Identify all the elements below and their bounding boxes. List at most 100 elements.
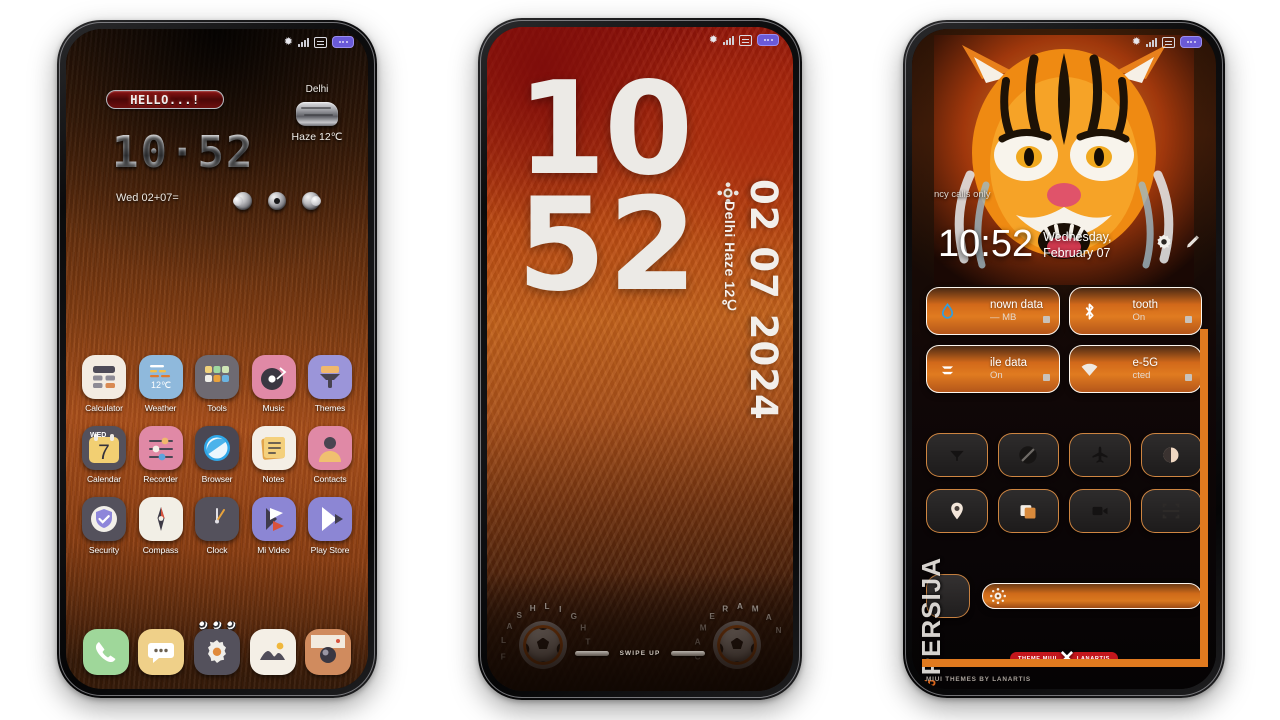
phone-3-screen[interactable]: ✹ ncy calls only 10:52 Wednesday, Februa… [912,29,1216,689]
app-browser[interactable]: Browser [191,426,243,484]
phone-3-frame: ✹ ncy calls only 10:52 Wednesday, Februa… [903,20,1225,698]
tile-data-usage[interactable]: nown data — MB [926,287,1060,335]
tile-text: ile data On [966,357,1050,381]
app-clock[interactable]: Clock [191,497,243,555]
bluetooth-icon: ✹ [708,33,718,46]
tile-bluetooth[interactable]: tooth On [1068,287,1202,335]
settings-gear-icon[interactable] [1154,233,1174,253]
knob-right-icon [302,192,321,210]
app-calendar[interactable]: WED 7 Calendar [78,426,130,484]
app-label: Notes [262,474,285,484]
swipe-up-hint[interactable]: SWIPE UP [487,650,793,657]
wifi-icon [1079,358,1101,380]
calendar-icon: WED 7 [82,426,126,470]
swipe-bar-left-icon [574,651,609,656]
data-usage-icon [936,300,958,322]
phone-2-screen[interactable]: ✹ 10 52 Delhi Haze 12℃ 02 07 2024 SWIPE … [487,27,793,691]
app-label: Mi Video [257,545,290,555]
lock-weather: Delhi Haze 12℃ [722,201,738,315]
tile-title: nown data [990,299,1044,311]
camera-icon[interactable] [305,629,352,675]
app-mi-video[interactable]: Mi Video [248,497,300,555]
haze-cloud-icon [296,102,338,126]
app-contacts[interactable]: Contacts [304,426,356,484]
app-label: Browser [201,474,233,484]
tile-expand-icon[interactable] [1185,374,1192,381]
tile-text: e-5G cted [1109,357,1193,381]
airplane-mode-icon[interactable] [1069,433,1131,477]
tile-subtitle: On [1132,312,1146,323]
tile-expand-icon[interactable] [1042,316,1050,323]
security-shield-icon [82,497,126,541]
battery-icon [757,34,779,46]
messages-icon[interactable] [138,629,185,675]
app-tools[interactable]: Tools [191,355,243,413]
quick-settings-tiles: nown data — MB tooth On ile data On e-5G… [926,287,1202,393]
carrier-status-text: ncy calls only [934,189,991,200]
bluetooth-icon: ✹ [1131,35,1141,48]
compass-icon [138,497,183,541]
knob-center-icon [268,192,286,210]
weather-widget[interactable]: Delhi Haze 12℃ [282,84,352,143]
phone-3-status-bar: ✹ [912,29,1216,55]
tile-mobile-data[interactable]: ile data On [926,345,1060,393]
recorder-icon [138,426,183,470]
tile-wifi[interactable]: e-5G cted [1068,345,1202,393]
tile-title: e-5G [1132,357,1159,369]
scanner-icon[interactable] [1140,489,1202,533]
app-music[interactable]: Music [248,355,300,413]
mobile-data-icon [936,358,958,380]
lock-clock: 10 52 [517,66,699,311]
app-compass[interactable]: Compass [135,497,187,555]
location-icon[interactable] [926,489,988,533]
phone-1-screen[interactable]: ✹ HELLO...! 10·52 Wed 02+07= Delhi Haze … [66,29,368,689]
notes-icon [251,426,296,470]
app-themes[interactable]: Themes [304,355,356,413]
tile-expand-icon[interactable] [1042,374,1050,381]
tile-subtitle: cted [1132,370,1151,381]
knob-left-icon [233,192,252,210]
app-weather[interactable]: 12℃ Weather [135,355,187,413]
app-recorder[interactable]: Recorder [135,426,187,484]
hotspot-icon[interactable] [926,433,988,477]
app-play-store[interactable]: Play Store [304,497,356,555]
alarm-icon [739,34,752,46]
dock [66,629,368,675]
accent-edge-bar [1200,329,1208,667]
app-grid: Calculator 12℃ Weather Tools Music Theme… [66,355,368,568]
app-notes[interactable]: Notes [248,426,300,484]
app-calculator[interactable]: Calculator [78,355,130,413]
alarm-icon [314,36,327,48]
tile-expand-icon[interactable] [1185,316,1192,323]
clock-icon [195,497,239,541]
music-icon [251,355,296,399]
greeting-text: HELLO...! [130,92,200,107]
battery-icon [332,36,354,48]
app-label: Themes [314,403,346,413]
tile-title: tooth [1132,299,1159,311]
screenshot-icon[interactable] [997,489,1059,533]
phone-1-status-bar: ✹ [66,29,368,55]
weather-icon: 12℃ [138,355,183,399]
app-label: Contacts [313,474,347,484]
brightness-slider[interactable] [982,583,1202,609]
home-clock-widget[interactable]: 10·52 [112,127,254,178]
home-date-widget: Wed 02+07= [116,192,179,204]
dark-mode-icon[interactable] [1140,433,1202,477]
bluetooth-icon: ✹ [283,35,293,48]
screen-record-icon[interactable] [1069,489,1131,533]
gallery-icon[interactable] [249,629,296,675]
edit-pencil-icon[interactable] [1184,234,1202,252]
svg-text:WED: WED [90,432,106,439]
silent-mode-icon[interactable] [997,433,1059,477]
svg-text:7: 7 [98,441,110,464]
app-security[interactable]: Security [78,497,130,555]
control-center-header: 10:52 Wednesday, February 07 [938,225,1149,263]
alarm-icon [1162,36,1175,48]
app-label: Recorder [143,474,178,484]
tile-subtitle: On [990,370,1003,381]
settings-gear-icon[interactable] [193,629,240,675]
phone-icon[interactable] [82,629,129,675]
tools-folder-icon [195,355,239,399]
accent-bottom-bar [922,659,1202,667]
